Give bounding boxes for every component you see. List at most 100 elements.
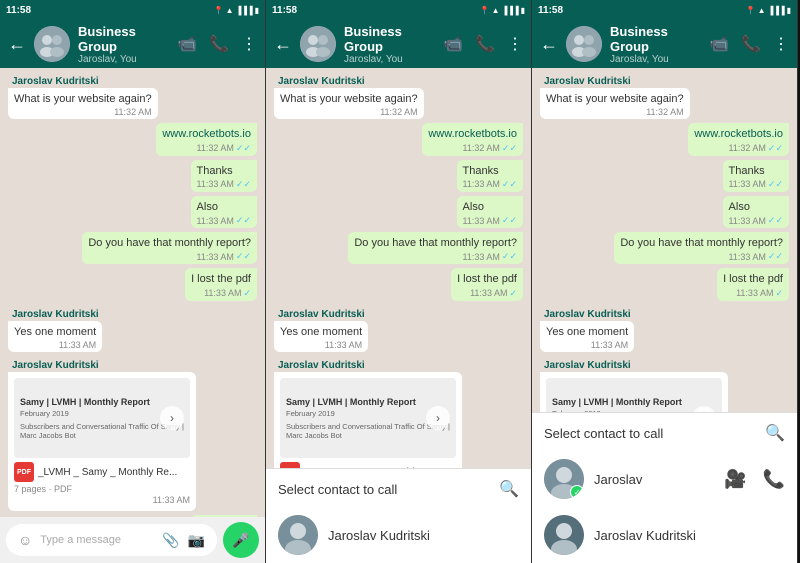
sender-label: Jaroslav Kudritski <box>540 356 789 372</box>
message-bubble: Do you have that monthly report? 11:33 A… <box>614 232 789 264</box>
message-time: 11:32 AM <box>646 107 683 117</box>
msg-row: Also 11:33 AM ✓✓ <box>274 196 523 228</box>
status-icons-2: 📍 ▲ ▐▐▐ ▮ <box>480 6 525 15</box>
battery-icon-3: ▮ <box>787 6 791 15</box>
header-actions-3: 📹 📞 ⋮ <box>709 34 789 54</box>
mic-button-1[interactable]: 🎤 <box>223 522 259 558</box>
more-button-3[interactable]: ⋮ <box>773 34 789 54</box>
contact-avatar <box>278 515 318 555</box>
contact-picker-title-3: Select contact to call <box>544 426 663 441</box>
video-call-contact-icon[interactable]: 🎥 <box>724 469 746 490</box>
input-bar-1: ☺ Type a message 📎 📷 🎤 <box>0 517 265 563</box>
message-time: 11:33 AM <box>470 288 507 298</box>
message-time: 11:33 AM <box>59 340 96 350</box>
forward-icon[interactable]: › <box>160 406 184 430</box>
msg-row: Samy | LVMH | Monthly Report February 20… <box>8 372 257 511</box>
contact-item-jaroslav-kudritski[interactable]: Jaroslav Kudritski <box>532 507 797 563</box>
message-text: I lost the pdf <box>191 272 251 286</box>
signal-icon: ▐▐▐ <box>236 6 253 15</box>
message-check: ✓✓ <box>236 251 251 262</box>
message-bubble: Yes one moment 11:33 AM <box>8 321 102 352</box>
emoji-icon[interactable]: ☺ <box>18 532 32 548</box>
msg-row: Also 11:33 AM ✓✓ <box>8 196 257 228</box>
back-button-3[interactable]: ← <box>540 34 558 55</box>
message-bubble: What is your website again? 11:32 AM <box>274 88 424 119</box>
status-icons-1: 📍 ▲ ▐▐▐ ▮ <box>214 6 259 15</box>
call-button-1[interactable]: 📞 <box>209 34 229 54</box>
message-check: ✓✓ <box>768 215 783 226</box>
message-text: Yes one moment <box>14 325 96 339</box>
message-bubble: www.rocketbots.io 11:32 AM ✓✓ <box>688 123 789 155</box>
msg-row: Yes one moment 11:33 AM <box>8 321 257 352</box>
message-time: 11:33 AM <box>325 340 362 350</box>
phone-call-contact-icon[interactable]: 📞 <box>763 469 785 490</box>
message-check: ✓✓ <box>236 215 251 226</box>
group-name-3: Business Group <box>610 24 701 54</box>
message-time: 11:33 AM <box>153 495 190 505</box>
more-button-1[interactable]: ⋮ <box>241 34 257 54</box>
video-call-button-1[interactable]: 📹 <box>177 34 197 54</box>
contact-item[interactable]: Jaroslav Kudritski <box>266 507 531 563</box>
contact-picker-header-2: Select contact to call 🔍 <box>266 469 531 507</box>
message-bubble: I lost the pdf 11:33 AM ✓ <box>717 268 789 300</box>
message-text: Do you have that monthly report? <box>620 236 783 250</box>
chat-header-2: ← Business Group Jaroslav, You 📹 📞 ⋮ <box>266 20 531 68</box>
sender-label: Jaroslav Kudritski <box>274 305 523 321</box>
message-input-field-1[interactable]: ☺ Type a message 📎 📷 <box>6 524 217 556</box>
chat-header-1: ← Business Group Jaroslav, You 📹 📞 ⋮ <box>0 20 265 68</box>
contact-search-icon-2[interactable]: 🔍 <box>499 479 519 499</box>
message-bubble: I lost the pdf 11:33 AM ✓ <box>451 268 523 300</box>
message-check: ✓ <box>509 288 517 299</box>
more-button-2[interactable]: ⋮ <box>507 34 523 54</box>
message-bubble: Also 11:33 AM ✓✓ <box>457 196 523 228</box>
pdf-icon: PDF <box>14 462 34 482</box>
msg-row: Also 11:33 AM ✓✓ <box>540 196 789 228</box>
message-check: ✓ <box>775 288 783 299</box>
msg-row: What is your website again? 11:32 AM <box>274 88 523 119</box>
back-button-1[interactable]: ← <box>8 34 26 55</box>
chat-body-1[interactable]: Jaroslav Kudritski What is your website … <box>0 68 265 517</box>
contact-item-jaroslav[interactable]: ✓ Jaroslav 🎥 📞 <box>532 451 797 507</box>
contact-picker-title-2: Select contact to call <box>278 482 397 497</box>
message-check: ✓✓ <box>236 179 251 190</box>
video-call-button-3[interactable]: 📹 <box>709 34 729 54</box>
message-text: Also <box>463 200 517 214</box>
forward-icon[interactable]: › <box>426 406 450 430</box>
message-check: ✓✓ <box>768 179 783 190</box>
msg-row: Do you have that monthly report? 11:33 A… <box>540 232 789 264</box>
message-time: 11:32 AM <box>463 143 500 153</box>
camera-icon[interactable]: 📷 <box>188 532 205 549</box>
panel-3: 11:58 📍 ▲ ▐▐▐ ▮ ← Business Group Jarosla… <box>532 0 798 563</box>
sender-label: Jaroslav Kudritski <box>274 356 523 372</box>
status-icons-3: 📍 ▲ ▐▐▐ ▮ <box>746 6 791 15</box>
battery-icon-2: ▮ <box>521 6 525 15</box>
sender-label: Jaroslav Kudritski <box>540 74 789 88</box>
attachment-icon[interactable]: 📎 <box>162 532 179 549</box>
msg-row: Yes one moment 11:33 AM <box>274 321 523 352</box>
signal-icon-2: ▐▐▐ <box>502 6 519 15</box>
video-call-button-2[interactable]: 📹 <box>443 34 463 54</box>
contact-search-icon-3[interactable]: 🔍 <box>765 423 785 443</box>
message-text: www.rocketbots.io <box>694 127 783 141</box>
contact-actions: 🎥 📞 <box>724 469 785 490</box>
sender-label: Jaroslav Kudritski <box>274 74 523 88</box>
message-bubble: Thanks 11:33 AM ✓✓ <box>457 160 523 192</box>
status-time-2: 11:58 <box>272 5 297 16</box>
location-icon-2: 📍 <box>480 6 490 15</box>
status-bar-1: 11:58 📍 ▲ ▐▐▐ ▮ <box>0 0 265 20</box>
message-text: www.rocketbots.io <box>428 127 517 141</box>
message-bubble: Also 11:33 AM ✓✓ <box>191 196 257 228</box>
msg-row: www.rocketbots.io 11:32 AM ✓✓ <box>8 123 257 155</box>
message-time: 11:33 AM <box>729 252 766 262</box>
message-bubble: Thanks 11:33 AM ✓✓ <box>723 160 789 192</box>
file-preview: Samy | LVMH | Monthly Report February 20… <box>14 378 190 458</box>
group-avatar-2 <box>300 26 336 62</box>
call-button-2[interactable]: 📞 <box>475 34 495 54</box>
message-bubble: Yes one moment 11:33 AM <box>540 321 634 352</box>
message-time: 11:33 AM <box>729 216 766 226</box>
message-bubble: Yes one moment 11:33 AM <box>274 321 368 352</box>
status-time-1: 11:58 <box>6 5 31 16</box>
back-button-2[interactable]: ← <box>274 34 292 55</box>
call-button-3[interactable]: 📞 <box>741 34 761 54</box>
message-time: 11:33 AM <box>463 216 500 226</box>
